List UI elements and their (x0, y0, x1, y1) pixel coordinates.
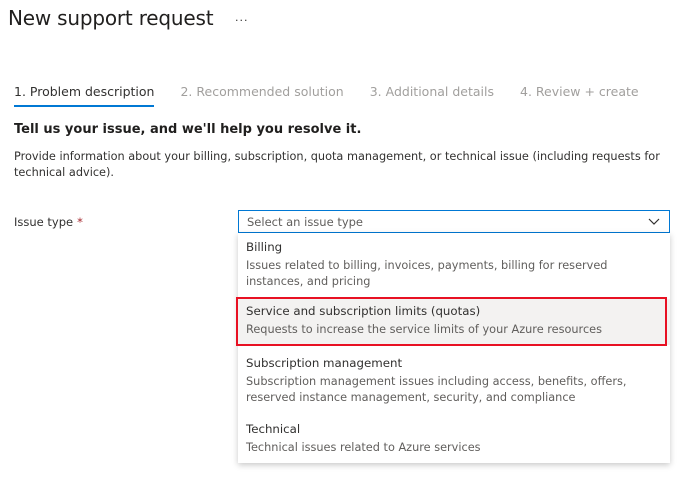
tab-problem-description[interactable]: 1. Problem description (14, 84, 155, 107)
option-billing[interactable]: Billing Issues related to billing, invoi… (238, 235, 670, 294)
option-title: Subscription management (246, 356, 403, 370)
tab-recommended-solution[interactable]: 2. Recommended solution (180, 84, 343, 107)
section-heading: Tell us your issue, and we'll help you r… (14, 122, 362, 137)
wizard-tabs: 1. Problem description 2. Recommended so… (14, 84, 665, 107)
option-description: Requests to increase the service limits … (246, 323, 602, 336)
option-description: Issues related to billing, invoices, pay… (246, 259, 608, 288)
tab-review-create[interactable]: 4. Review + create (520, 84, 639, 107)
page-title: New support request (8, 6, 214, 30)
option-description: Technical issues related to Azure servic… (246, 441, 481, 454)
option-title: Service and subscription limits (quotas) (246, 304, 481, 318)
issue-type-placeholder: Select an issue type (247, 215, 364, 229)
option-service-subscription-limits[interactable]: Service and subscription limits (quotas)… (238, 299, 670, 345)
option-title: Technical (246, 422, 301, 436)
issue-type-select[interactable]: Select an issue type (238, 210, 670, 233)
more-options-icon[interactable]: ··· (235, 14, 249, 27)
issue-type-dropdown: Billing Issues related to billing, invoi… (238, 233, 670, 463)
issue-type-label: Issue type * (14, 215, 83, 229)
option-description: Subscription management issues including… (246, 375, 627, 404)
chevron-down-icon (648, 218, 660, 225)
option-subscription-management[interactable]: Subscription management Subscription man… (238, 351, 670, 410)
section-description: Provide information about your billing, … (14, 150, 660, 179)
required-marker: * (77, 215, 83, 229)
option-title: Billing (246, 240, 283, 254)
option-technical[interactable]: Technical Technical issues related to Az… (238, 417, 670, 460)
issue-type-label-text: Issue type (14, 215, 74, 229)
tab-additional-details[interactable]: 3. Additional details (370, 84, 494, 107)
